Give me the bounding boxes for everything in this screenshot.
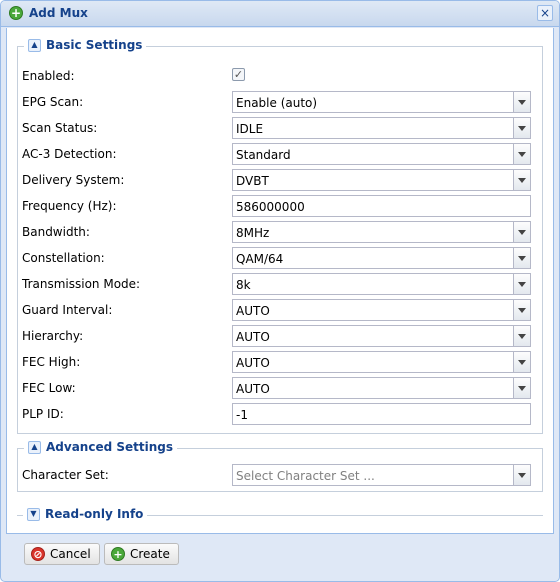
cancel-label: Cancel — [50, 547, 91, 561]
chevron-down-icon[interactable] — [513, 248, 530, 268]
chevron-down-icon[interactable] — [513, 118, 530, 138]
epg-scan-combo[interactable]: Enable (auto) — [232, 91, 531, 113]
basic-settings-legend[interactable]: ▲ Basic Settings — [24, 38, 147, 52]
basic-settings-group: ▲ Basic Settings Enabled: ✓ EPG Scan: Ena… — [17, 38, 543, 434]
advanced-settings-group: ▲ Advanced Settings Character Set: Selec… — [17, 440, 543, 492]
delivery-system-combo[interactable]: DVBT — [232, 169, 531, 191]
add-mux-dialog: + Add Mux × ▲ Basic Settings Enabled: ✓ … — [0, 0, 560, 582]
ac-3-detection-row: AC-3 Detection: Standard — [22, 143, 542, 165]
fec-low-combo[interactable]: AUTO — [232, 377, 531, 399]
character-set-label: Character Set: — [22, 468, 109, 482]
collapse-icon[interactable]: ▲ — [28, 38, 41, 52]
ac-3-detection-combo[interactable]: Standard — [232, 143, 531, 165]
frequency-hz-value: 586000000 — [236, 200, 305, 214]
guard-interval-combo[interactable]: AUTO — [232, 299, 531, 321]
chevron-down-icon[interactable] — [513, 222, 530, 242]
hierarchy-row: Hierarchy: AUTO — [22, 325, 542, 347]
basic-settings-title: Basic Settings — [46, 38, 143, 52]
dialog-body: ▲ Basic Settings Enabled: ✓ EPG Scan: Ena… — [6, 28, 554, 534]
epg-scan-value: Enable (auto) — [236, 96, 318, 110]
chevron-down-icon[interactable] — [513, 326, 530, 346]
chevron-down-icon[interactable] — [513, 465, 530, 485]
chevron-down-icon[interactable] — [513, 92, 530, 112]
constellation-combo[interactable]: QAM/64 — [232, 247, 531, 269]
plp-id-label: PLP ID: — [22, 407, 64, 421]
bandwidth-label: Bandwidth: — [22, 225, 90, 239]
epg-scan-label: EPG Scan: — [22, 95, 84, 109]
character-set-placeholder: Select Character Set ... — [236, 469, 375, 483]
create-icon: + — [111, 547, 125, 561]
chevron-down-icon[interactable] — [513, 378, 530, 398]
chevron-down-icon[interactable] — [513, 144, 530, 164]
fec-low-label: FEC Low: — [22, 381, 76, 395]
character-set-row: Character Set: Select Character Set ... — [22, 464, 542, 486]
hierarchy-combo[interactable]: AUTO — [232, 325, 531, 347]
collapse-icon[interactable]: ▲ — [28, 440, 41, 454]
frequency-hz-row: Frequency (Hz): 586000000 — [22, 195, 542, 217]
ac-3-detection-value: Standard — [236, 148, 291, 162]
constellation-label: Constellation: — [22, 251, 105, 265]
fec-high-combo[interactable]: AUTO — [232, 351, 531, 373]
readonly-info-title: Read-only Info — [45, 507, 144, 521]
dialog-title: Add Mux — [29, 6, 88, 20]
chevron-down-icon[interactable] — [513, 300, 530, 320]
guard-interval-label: Guard Interval: — [22, 303, 113, 317]
fec-low-row: FEC Low: AUTO — [22, 377, 542, 399]
close-button[interactable]: × — [537, 5, 553, 21]
plp-id-input[interactable]: -1 — [232, 403, 531, 425]
hierarchy-value: AUTO — [236, 330, 270, 344]
transmission-mode-value: 8k — [236, 278, 251, 292]
add-icon: + — [9, 6, 23, 20]
delivery-system-label: Delivery System: — [22, 173, 125, 187]
frequency-hz-input[interactable]: 586000000 — [232, 195, 531, 217]
cancel-icon: ⊘ — [31, 547, 45, 561]
constellation-value: QAM/64 — [236, 252, 284, 266]
bandwidth-value: 8MHz — [236, 226, 270, 240]
chevron-down-icon[interactable] — [513, 170, 530, 190]
guard-interval-value: AUTO — [236, 304, 270, 318]
transmission-mode-label: Transmission Mode: — [22, 277, 141, 291]
frequency-hz-label: Frequency (Hz): — [22, 199, 117, 213]
chevron-down-icon[interactable] — [513, 352, 530, 372]
enabled-label: Enabled: — [22, 69, 75, 83]
chevron-down-icon[interactable] — [513, 274, 530, 294]
enabled-row: Enabled: ✓ — [22, 65, 542, 87]
plp-id-row: PLP ID: -1 — [22, 403, 542, 425]
plp-id-value: -1 — [236, 408, 248, 422]
scan-status-combo[interactable]: IDLE — [232, 117, 531, 139]
fec-high-value: AUTO — [236, 356, 270, 370]
transmission-mode-row: Transmission Mode: 8k — [22, 273, 542, 295]
advanced-settings-legend[interactable]: ▲ Advanced Settings — [24, 440, 178, 454]
readonly-info-legend[interactable]: ▼ Read-only Info — [23, 507, 148, 521]
bandwidth-row: Bandwidth: 8MHz — [22, 221, 542, 243]
advanced-settings-title: Advanced Settings — [46, 440, 174, 454]
delivery-system-value: DVBT — [236, 174, 269, 188]
scan-status-row: Scan Status: IDLE — [22, 117, 542, 139]
hierarchy-label: Hierarchy: — [22, 329, 84, 343]
enabled-checkbox[interactable]: ✓ — [232, 68, 245, 81]
create-label: Create — [130, 547, 170, 561]
dialog-titlebar[interactable]: + Add Mux × — [1, 1, 559, 27]
constellation-row: Constellation: QAM/64 — [22, 247, 542, 269]
bandwidth-combo[interactable]: 8MHz — [232, 221, 531, 243]
transmission-mode-combo[interactable]: 8k — [232, 273, 531, 295]
expand-icon[interactable]: ▼ — [27, 507, 40, 521]
guard-interval-row: Guard Interval: AUTO — [22, 299, 542, 321]
fec-high-label: FEC High: — [22, 355, 81, 369]
fec-high-row: FEC High: AUTO — [22, 351, 542, 373]
scan-status-value: IDLE — [236, 122, 264, 136]
epg-scan-row: EPG Scan: Enable (auto) — [22, 91, 542, 113]
scan-status-label: Scan Status: — [22, 121, 98, 135]
ac-3-detection-label: AC-3 Detection: — [22, 147, 117, 161]
delivery-system-row: Delivery System: DVBT — [22, 169, 542, 191]
character-set-combo[interactable]: Select Character Set ... — [232, 464, 531, 486]
create-button[interactable]: + Create — [104, 543, 179, 565]
readonly-info-group: ▼ Read-only Info — [17, 507, 543, 521]
cancel-button[interactable]: ⊘ Cancel — [24, 543, 100, 565]
fec-low-value: AUTO — [236, 382, 270, 396]
